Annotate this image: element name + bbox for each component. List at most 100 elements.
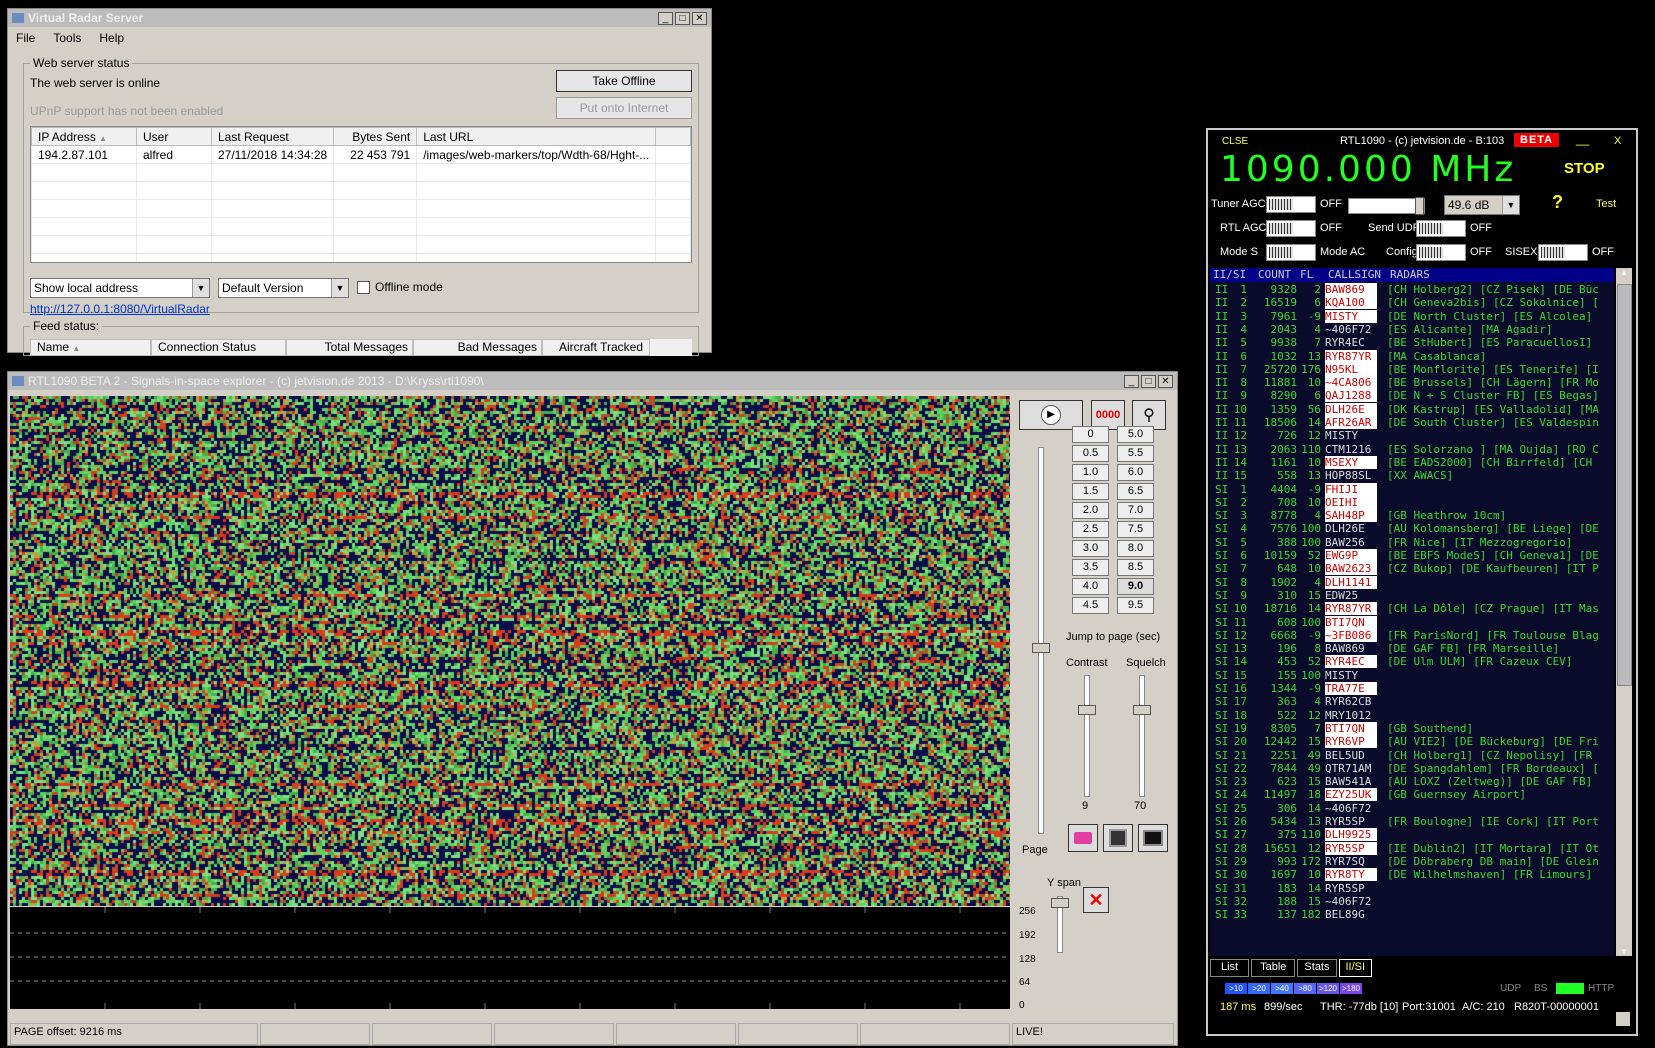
clear-button[interactable]: ✕ xyxy=(1083,887,1109,913)
close-icon[interactable]: X xyxy=(1614,135,1621,147)
open-folder-button[interactable] xyxy=(1068,824,1098,852)
scroll-up-icon[interactable]: ▲ xyxy=(1616,268,1632,277)
col-aircraft-tracked[interactable]: Aircraft Tracked xyxy=(542,339,650,356)
page-button-2-0[interactable]: 2.0 xyxy=(1072,502,1109,519)
config-toggle[interactable] xyxy=(1416,244,1466,261)
col-ip-address[interactable]: IP Address ▲ xyxy=(31,127,137,146)
page-button-1-5[interactable]: 1.5 xyxy=(1072,483,1109,500)
header-count[interactable]: COUNT xyxy=(1258,268,1291,281)
mode-s-toggle[interactable] xyxy=(1266,244,1316,261)
fl-filter-button[interactable]: >20 xyxy=(1248,983,1270,994)
page-button-7-5[interactable]: 7.5 xyxy=(1117,521,1154,538)
maximize-icon[interactable]: □ xyxy=(1141,374,1156,388)
y-span-slider[interactable] xyxy=(1051,896,1069,953)
save-button[interactable] xyxy=(1103,824,1133,852)
screen-button[interactable] xyxy=(1138,824,1168,852)
contrast-slider[interactable] xyxy=(1078,675,1096,797)
maximize-icon[interactable]: □ xyxy=(675,11,690,25)
put-onto-internet-button[interactable]: Put onto Internet xyxy=(556,97,692,119)
slider-thumb[interactable] xyxy=(1078,705,1096,715)
test-button[interactable]: Test xyxy=(1596,198,1616,210)
tab-table[interactable]: Table xyxy=(1251,959,1296,977)
page-button-3-5[interactable]: 3.5 xyxy=(1072,559,1109,576)
fl-filter-button[interactable]: >180 xyxy=(1340,983,1362,994)
col-connection-status[interactable]: Connection Status xyxy=(151,339,286,356)
page-button-5-0[interactable]: 5.0 xyxy=(1117,426,1154,443)
version-combo[interactable]: Default Version ▼ xyxy=(218,278,349,298)
col-last-request[interactable]: Last Request xyxy=(210,127,335,146)
scroll-down-icon[interactable]: ▼ xyxy=(1616,947,1632,956)
page-button-3-0[interactable]: 3.0 xyxy=(1072,540,1109,557)
page-button-8-0[interactable]: 8.0 xyxy=(1117,540,1154,557)
slider-thumb[interactable] xyxy=(1032,643,1050,653)
col-last-url[interactable]: Last URL xyxy=(416,127,657,146)
minimize-icon[interactable]: __ xyxy=(1576,132,1589,146)
send-udp-toggle[interactable] xyxy=(1416,220,1466,237)
sis-titlebar[interactable]: RTL1090 BETA 2 - Signals-in-space explor… xyxy=(8,372,1177,390)
fl-filter-button[interactable]: >120 xyxy=(1317,983,1339,994)
menu-file[interactable]: File xyxy=(16,31,35,45)
close-icon[interactable]: ✕ xyxy=(692,11,707,25)
close-button[interactable]: CLSE xyxy=(1222,136,1248,147)
fl-filter-button[interactable]: >40 xyxy=(1271,983,1293,994)
tab-stats[interactable]: Stats xyxy=(1297,959,1337,977)
page-button-2-5[interactable]: 2.5 xyxy=(1072,521,1109,538)
resize-grip-icon[interactable] xyxy=(1616,1012,1630,1026)
minimize-icon[interactable]: _ xyxy=(1124,374,1139,388)
gain-slider[interactable] xyxy=(1348,197,1425,215)
fl-filter-button[interactable]: >80 xyxy=(1294,983,1316,994)
page-slider[interactable] xyxy=(1032,447,1050,834)
col-bytes-sent[interactable]: Bytes Sent xyxy=(333,127,418,146)
list-scrollbar[interactable]: ▲ ▼ xyxy=(1616,268,1632,956)
menu-help[interactable]: Help xyxy=(99,31,124,45)
page-button-0-5[interactable]: 0.5 xyxy=(1072,445,1109,462)
webserver-request-list[interactable]: IP Address ▲ User Last Request Bytes Sen… xyxy=(30,126,692,263)
offline-mode-checkbox[interactable]: Offline mode xyxy=(357,280,443,294)
close-icon[interactable]: ✕ xyxy=(1158,374,1173,388)
tuner-agc-toggle[interactable] xyxy=(1266,196,1316,213)
page-button-0[interactable]: 0 xyxy=(1072,426,1109,443)
page-button-4-5[interactable]: 4.5 xyxy=(1072,597,1109,614)
page-button-4-0[interactable]: 4.0 xyxy=(1072,578,1109,595)
header-iisi[interactable]: II/SI xyxy=(1213,268,1246,281)
iisi-list[interactable]: II/SI COUNT FL CALLSIGN RADARS II 1 9328 2 B… xyxy=(1210,268,1614,956)
page-button-6-0[interactable]: 6.0 xyxy=(1117,464,1154,481)
slider-thumb[interactable] xyxy=(1051,898,1069,908)
stop-button[interactable]: STOP xyxy=(1564,160,1605,177)
header-fl[interactable]: FL xyxy=(1300,268,1313,281)
page-button-8-5[interactable]: 8.5 xyxy=(1117,559,1154,576)
squelch-slider[interactable] xyxy=(1133,675,1151,797)
page-button-9-0[interactable]: 9.0 xyxy=(1117,578,1154,595)
signal-waterfall[interactable] xyxy=(10,396,1010,906)
header-callsign[interactable]: CALLSIGN xyxy=(1328,268,1381,281)
gain-combo[interactable]: 49.6 dB ▼ xyxy=(1444,195,1520,215)
sisex-toggle[interactable] xyxy=(1538,244,1588,261)
col-total-messages[interactable]: Total Messages xyxy=(286,339,413,356)
col-user[interactable]: User xyxy=(136,127,212,146)
page-button-9-5[interactable]: 9.5 xyxy=(1117,597,1154,614)
help-icon[interactable]: ? xyxy=(1552,192,1563,213)
signal-scope[interactable] xyxy=(10,907,1010,1009)
tab-iisi[interactable]: II/SI xyxy=(1338,959,1373,977)
page-button-5-5[interactable]: 5.5 xyxy=(1117,445,1154,462)
minimize-icon[interactable]: _ xyxy=(658,11,673,25)
checkbox-box[interactable] xyxy=(357,280,370,294)
table-row[interactable]: 194.2.87.101 alfred 27/11/2018 14:34:28 … xyxy=(31,145,691,164)
slider-thumb[interactable] xyxy=(1415,197,1424,215)
header-radars[interactable]: RADARS xyxy=(1390,268,1430,281)
local-address-link[interactable]: http://127.0.0.1:8080/VirtualRadar xyxy=(30,302,210,316)
col-bad-messages[interactable]: Bad Messages xyxy=(413,339,542,356)
page-button-6-5[interactable]: 6.5 xyxy=(1117,483,1154,500)
vrs-titlebar[interactable]: Virtual Radar Server _ □ ✕ xyxy=(8,9,711,27)
menu-tools[interactable]: Tools xyxy=(53,31,81,45)
address-combo[interactable]: Show local address ▼ xyxy=(30,278,210,298)
col-feed-name[interactable]: Name ▲ xyxy=(30,339,151,356)
tab-list[interactable]: List xyxy=(1210,959,1250,977)
page-button-1-0[interactable]: 1.0 xyxy=(1072,464,1109,481)
fl-filter-button[interactable]: >10 xyxy=(1225,983,1247,994)
slider-thumb[interactable] xyxy=(1133,705,1151,715)
rtl-agc-toggle[interactable] xyxy=(1266,220,1316,237)
take-offline-button[interactable]: Take Offline xyxy=(556,70,692,92)
scroll-thumb[interactable] xyxy=(1617,284,1632,686)
page-button-7-0[interactable]: 7.0 xyxy=(1117,502,1154,519)
